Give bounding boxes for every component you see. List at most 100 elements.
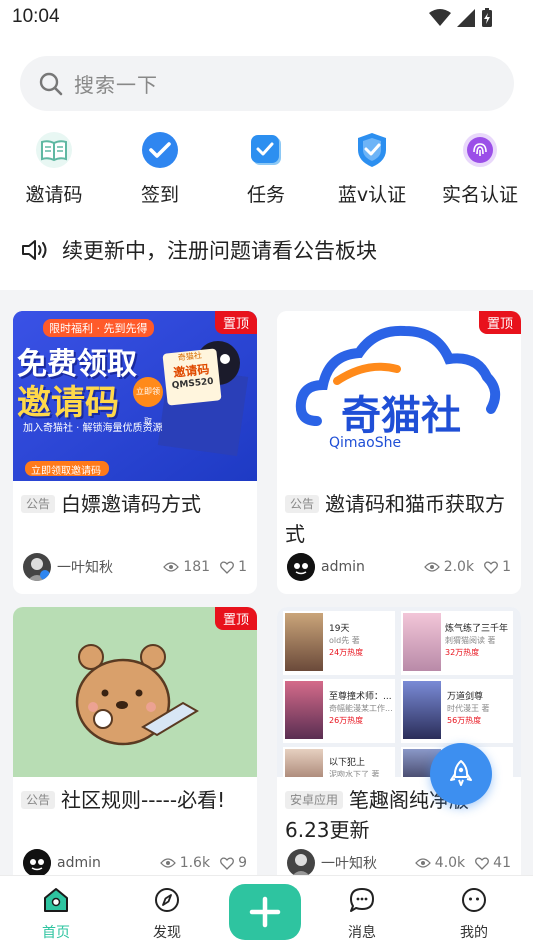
quick-label: 实名认证: [441, 184, 518, 206]
notice-bar[interactable]: 续更新中，注册问题请看公告板块: [20, 233, 520, 267]
compass-icon: [155, 888, 179, 912]
quick-label: 蓝v认证: [337, 184, 407, 206]
book-icon: [34, 130, 74, 170]
book-item: 以下犯上 泥吻水下了 著: [283, 747, 395, 777]
bear-illustration: [75, 644, 199, 746]
avatar[interactable]: [23, 849, 51, 877]
eye-icon: [159, 858, 176, 868]
signal-icon: [457, 9, 475, 27]
shield-check-icon: [352, 130, 392, 170]
search-placeholder: 搜索一下: [74, 73, 158, 97]
like-count: 41: [493, 855, 511, 871]
wifi-icon: [429, 9, 451, 26]
post-meta: 一叶知秋 4.0k 41: [287, 848, 511, 878]
post-card[interactable]: 奇猫社 QimaoShe 置顶 公告 邀请码和猫币获取方式 admin 2.0k …: [277, 311, 521, 594]
chat-icon: [350, 888, 374, 912]
book-item: 至尊撞术师：... 奇幅能漫某工作... 26万热度: [283, 679, 395, 743]
post-cover-bear: [13, 607, 257, 777]
author-name[interactable]: 一叶知秋: [57, 557, 113, 577]
quick-item-checkin[interactable]: 签到: [110, 130, 210, 207]
status-bar: 10:04: [0, 0, 533, 38]
promo-cta: 立即领取邀请码: [31, 466, 101, 477]
post-stats: 181 1: [163, 559, 247, 575]
tab-profile[interactable]: 我的: [434, 886, 514, 942]
promo-sub: 加入奇猫社 · 解锁海量优质资源: [23, 423, 163, 434]
quick-label: 邀请码: [25, 184, 83, 206]
post-card[interactable]: 限时福利 · 先到先得 免费领取 邀请码 加入奇猫社 · 解锁海量优质资源 立即…: [13, 311, 257, 594]
avatar[interactable]: [287, 849, 315, 877]
post-title: 公告 邀请码和猫币获取方式: [285, 492, 506, 546]
post-tag: 公告: [285, 494, 320, 513]
author-name[interactable]: 一叶知秋: [321, 853, 377, 873]
post-meta: admin 1.6k 9: [23, 848, 247, 878]
notice-text: 续更新中，注册问题请看公告板块: [62, 239, 377, 263]
post-tag: 公告: [21, 494, 56, 513]
quick-item-blue-v[interactable]: 蓝v认证: [322, 130, 422, 207]
bottom-tab-bar: 首页 发现 消息 我的: [0, 875, 533, 948]
quick-label: 任务: [246, 184, 285, 206]
speaker-icon: [22, 240, 47, 260]
quick-item-tasks[interactable]: 任务: [216, 130, 316, 207]
post-card[interactable]: 置顶 公告 社区规则-----必看! admin 1.6k 9: [13, 607, 257, 890]
book-item: 万道剑尊 时代漫王 著 56万热度: [401, 679, 513, 743]
view-count: 181: [183, 559, 211, 575]
check-circle-icon: [140, 130, 180, 170]
post-cover-book-list: 19天 old先 著 24万热度 炼气练了三千年 刺猬猫阅读 著 32万热度 至…: [277, 607, 521, 777]
task-check-icon: [246, 130, 286, 170]
promo-code-card: 奇猫社 邀请码 QMS520: [162, 348, 222, 406]
author-name[interactable]: admin: [57, 855, 101, 871]
plus-icon: [249, 896, 281, 928]
post-stats: 4.0k 41: [414, 855, 511, 871]
quick-actions: 邀请码 签到 任务 蓝v认证 实名认证: [0, 130, 533, 210]
like-count: 9: [238, 855, 247, 871]
tab-label: 发现: [153, 925, 181, 941]
post-meta: 一叶知秋 181 1: [23, 552, 247, 582]
profile-icon: [462, 888, 486, 912]
heart-icon[interactable]: [484, 560, 499, 574]
heart-icon[interactable]: [220, 856, 235, 870]
like-count: 1: [502, 559, 511, 575]
tab-messages[interactable]: 消息: [322, 886, 402, 942]
post-tag: 安卓应用: [285, 790, 344, 809]
view-count: 1.6k: [179, 855, 211, 871]
book-item: 炼气练了三千年 刺猬猫阅读 著 32万热度: [401, 611, 513, 675]
fingerprint-icon: [460, 130, 500, 170]
add-post-button[interactable]: [229, 884, 301, 940]
eye-icon: [423, 562, 440, 572]
tab-label: 首页: [42, 925, 70, 941]
like-count: 1: [238, 559, 247, 575]
post-cover-logo: 奇猫社 QimaoShe: [277, 311, 521, 481]
post-stats: 1.6k 9: [159, 855, 247, 871]
heart-icon[interactable]: [220, 560, 235, 574]
post-meta: admin 2.0k 1: [287, 552, 511, 582]
quick-item-invite-code[interactable]: 邀请码: [4, 130, 104, 207]
pin-badge: 置顶: [478, 311, 521, 334]
rocket-button[interactable]: [430, 743, 492, 805]
rocket-icon: [450, 760, 472, 786]
promo-line2: 邀请码: [17, 383, 119, 423]
tab-discover[interactable]: 发现: [127, 886, 207, 942]
eye-icon: [163, 562, 180, 572]
post-tag: 公告: [21, 790, 56, 809]
quick-item-real-name[interactable]: 实名认证: [430, 130, 530, 207]
view-count: 2.0k: [443, 559, 475, 575]
tab-home[interactable]: 首页: [16, 886, 96, 942]
avatar[interactable]: [287, 553, 315, 581]
home-icon: [44, 888, 68, 912]
search-icon: [39, 72, 63, 95]
view-count: 4.0k: [434, 855, 466, 871]
post-card[interactable]: 19天 old先 著 24万热度 炼气练了三千年 刺猬猫阅读 著 32万热度 至…: [277, 607, 521, 890]
search-bar[interactable]: 搜索一下: [20, 56, 514, 111]
pin-badge: 置顶: [214, 311, 257, 334]
promo-badge: 立即领取: [133, 377, 163, 426]
avatar[interactable]: [23, 553, 51, 581]
promo-top-tag: 限时福利 · 先到先得: [43, 319, 154, 337]
eye-icon: [414, 858, 431, 868]
post-stats: 2.0k 1: [423, 559, 511, 575]
heart-icon[interactable]: [475, 856, 490, 870]
author-name[interactable]: admin: [321, 559, 365, 575]
book-item: 19天 old先 著 24万热度: [283, 611, 395, 675]
logo-text: 奇猫社: [341, 393, 461, 439]
post-title: 公告 社区规则-----必看!: [21, 785, 249, 815]
tab-label: 我的: [460, 925, 488, 941]
